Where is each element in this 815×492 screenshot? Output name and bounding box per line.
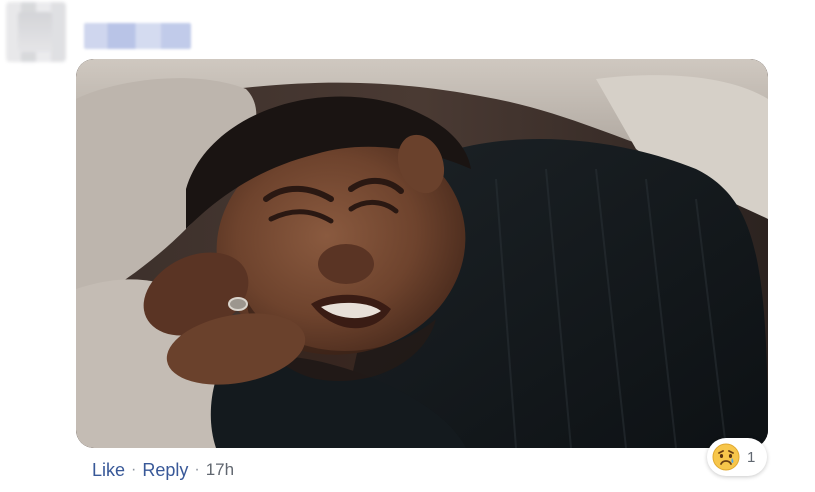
reply-link[interactable]: Reply — [142, 460, 188, 481]
like-link[interactable]: Like — [92, 460, 125, 481]
sad-face-icon — [712, 443, 740, 471]
commenter-name-blurred[interactable] — [84, 23, 191, 49]
comment-timestamp[interactable]: 17h — [206, 460, 234, 480]
reaction-count: 1 — [747, 448, 756, 466]
comment-actions: Like · Reply · 17h — [92, 458, 234, 482]
separator-dot: · — [131, 461, 137, 478]
separator-dot: · — [194, 461, 200, 478]
comment-gif-image[interactable] — [76, 59, 768, 448]
reaction-summary[interactable]: 1 — [707, 438, 767, 476]
commenter-avatar-blurred[interactable] — [6, 2, 66, 62]
crying-man-photo — [76, 59, 768, 448]
